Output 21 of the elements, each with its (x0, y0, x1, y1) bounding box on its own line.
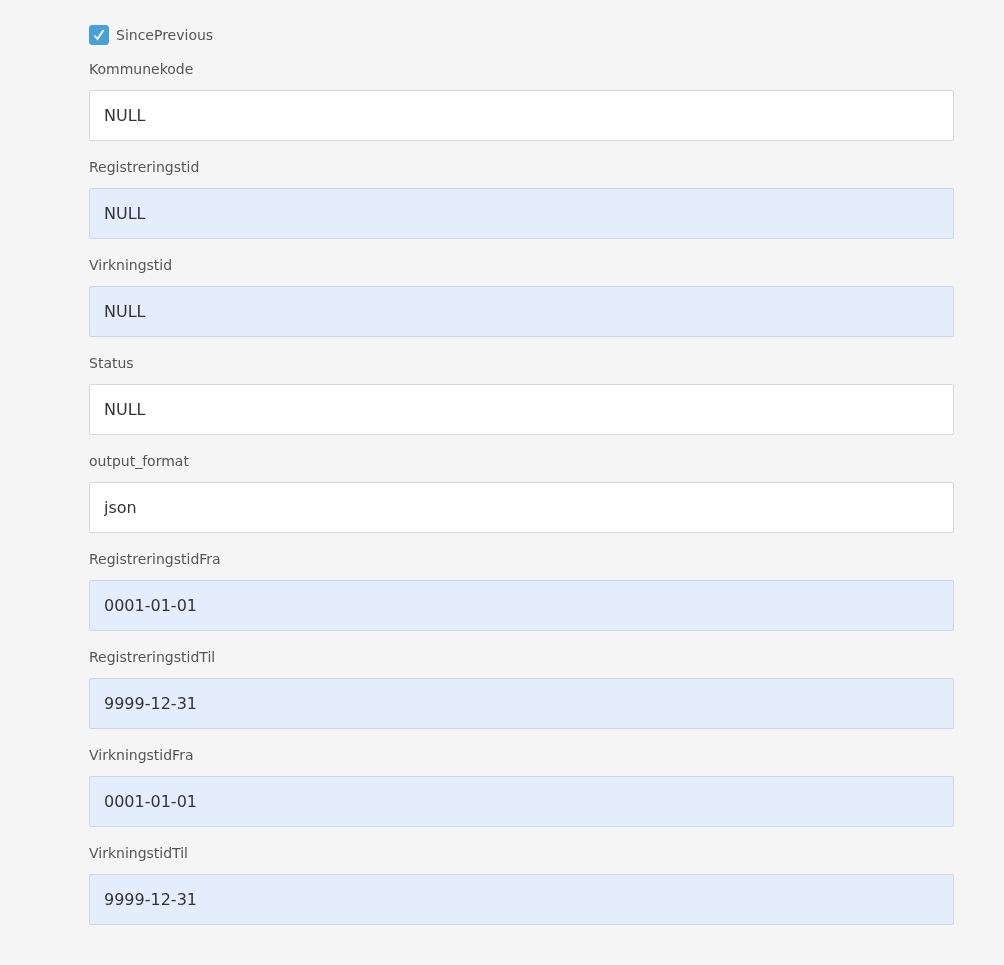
checkbox-label: SincePrevious (116, 27, 214, 43)
input-field[interactable]: 0001-01-01 (89, 580, 954, 631)
field-label: VirkningstidFra (89, 746, 195, 765)
input-field[interactable]: NULL (89, 286, 954, 337)
checkmark-icon (92, 28, 106, 42)
input-field[interactable]: NULL (89, 90, 954, 141)
field-label: Registreringstid (89, 158, 201, 177)
input-field[interactable]: NULL (89, 188, 954, 239)
input-field[interactable]: 9999-12-31 (89, 678, 954, 729)
field-label: Status (89, 354, 135, 373)
input-field[interactable]: 9999-12-31 (89, 874, 954, 925)
field-label: RegistreringstidTil (89, 648, 217, 667)
input-field[interactable]: NULL (89, 384, 954, 435)
field-label: Kommunekode (89, 60, 195, 79)
input-field[interactable]: json (89, 482, 954, 533)
field-label: output_format (89, 452, 190, 471)
field-label: VirkningstidTil (89, 844, 189, 863)
input-field[interactable]: 0001-01-01 (89, 776, 954, 827)
checkbox[interactable] (89, 25, 109, 45)
field-label: RegistreringstidFra (89, 550, 222, 569)
field-label: Virkningstid (89, 256, 174, 275)
